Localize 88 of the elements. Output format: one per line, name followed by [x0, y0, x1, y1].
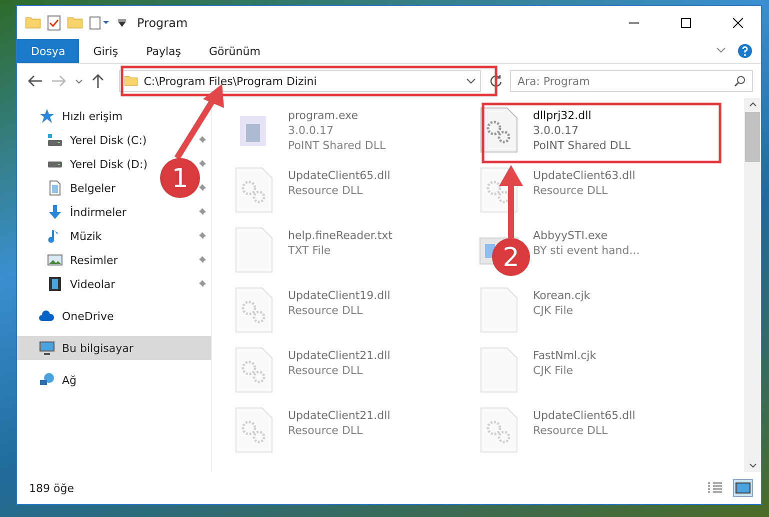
dropdown-icon[interactable]: [117, 18, 127, 28]
network-icon: [39, 372, 55, 388]
sidebar-item[interactable]: Yerel Disk (C:): [70, 134, 147, 146]
cloud-icon: [39, 308, 55, 324]
gear-file-icon: [234, 286, 274, 334]
file-detail: 3.0.0.17: [533, 123, 580, 138]
file-detail: Resource DLL: [533, 183, 609, 198]
file-name[interactable]: FastNml.cjk: [533, 348, 596, 363]
new-folder-icon: [67, 16, 83, 29]
gear-file-icon: [234, 166, 274, 214]
drive-icon: [47, 160, 63, 168]
sidebar-item[interactable]: Resimler: [70, 254, 118, 266]
file-detail: Resource DLL: [288, 303, 364, 318]
chevron-down-icon[interactable]: [466, 76, 476, 86]
drive-icon: [47, 134, 63, 146]
list-icon: [707, 482, 723, 494]
download-icon: [47, 204, 63, 220]
pin-icon[interactable]: [197, 255, 207, 265]
file-detail: 3.0.0.17: [288, 123, 334, 138]
pin-icon[interactable]: [197, 279, 207, 289]
file-name[interactable]: Korean.cjk: [533, 288, 590, 303]
minimize-icon: [629, 22, 639, 24]
properties-icon[interactable]: [47, 14, 61, 30]
refresh-icon[interactable]: [488, 74, 502, 88]
pin-icon[interactable]: [197, 159, 207, 169]
pin-icon[interactable]: [197, 231, 207, 241]
gear-file-icon: [479, 406, 519, 454]
up-icon[interactable]: [90, 73, 105, 89]
film-icon: [47, 276, 63, 292]
large-icons-view-button[interactable]: [733, 479, 753, 497]
sidebar-item[interactable]: Belgeler: [70, 182, 116, 194]
folder-icon: [25, 16, 41, 29]
file-name[interactable]: UpdateClient19.dll: [288, 288, 390, 303]
file-detail: Resource DLL: [288, 363, 364, 378]
search-icon: [734, 75, 746, 87]
document-icon: [47, 180, 63, 196]
chevron-down-icon[interactable]: [715, 47, 727, 55]
picture-icon: [47, 252, 63, 268]
blank-file-icon: [234, 226, 274, 274]
close-icon: [733, 18, 743, 28]
star-icon: [39, 108, 55, 124]
file-name[interactable]: dllprj32.dll: [533, 108, 631, 123]
file-name[interactable]: program.exe: [288, 108, 386, 123]
file-name[interactable]: UpdateClient65.dll: [288, 168, 390, 183]
file-detail: PoINT Shared DLL: [533, 138, 631, 153]
scrollbar[interactable]: [744, 98, 761, 472]
blank-file-icon: [479, 286, 519, 334]
sidebar-item[interactable]: Ağ: [17, 368, 211, 392]
blank-file-icon: [479, 346, 519, 394]
computer-icon: [39, 340, 55, 356]
window-title: Program: [137, 16, 189, 30]
file-detail: Resource DLL: [533, 423, 609, 438]
maximize-icon: [681, 18, 691, 28]
item-count: 189 öğe: [29, 482, 75, 494]
file-detail: TXT File: [288, 243, 332, 258]
file-detail: PoINT Shared DLL: [288, 138, 386, 153]
recent-dropdown-icon[interactable]: [74, 77, 83, 85]
sidebar-item[interactable]: Müzik: [70, 230, 102, 242]
file-detail: CJK File: [533, 363, 574, 378]
gear-file-icon: [234, 346, 274, 394]
file-name[interactable]: UpdateClient63.dll: [533, 168, 636, 183]
file-detail: CJK File: [533, 303, 574, 318]
sidebar-item[interactable]: İndirmeler: [70, 206, 126, 218]
gear-file-icon: [234, 406, 274, 454]
scrollbar-thumb[interactable]: [745, 112, 760, 162]
sidebar-item[interactable]: Bu bilgisayar: [17, 336, 211, 360]
file-detail: Resource DLL: [288, 423, 364, 438]
help-icon[interactable]: [737, 43, 753, 59]
file-tab[interactable]: Dosya: [17, 39, 80, 63]
file-name[interactable]: UpdateClient21.dll: [288, 348, 390, 363]
sidebar-item[interactable]: Videolar: [70, 278, 116, 290]
file-name[interactable]: AbbyySTI.exe: [533, 228, 640, 243]
picture-icon: [735, 482, 751, 494]
back-icon[interactable]: [27, 74, 43, 88]
pin-icon[interactable]: [197, 135, 207, 145]
search-field[interactable]: Ara: Program: [510, 70, 754, 92]
file-name[interactable]: help.fineReader.txt: [288, 228, 392, 243]
folder-icon: [124, 75, 138, 87]
file-detail: Resource DLL: [288, 183, 364, 198]
file-name[interactable]: UpdateClient65.dll: [533, 408, 636, 423]
pin-icon[interactable]: [197, 183, 207, 193]
file-detail: BY sti event hand...: [533, 243, 640, 258]
view-options-icon[interactable]: [89, 16, 111, 30]
file-name[interactable]: UpdateClient21.dll: [288, 408, 390, 423]
sidebar-item[interactable]: Yerel Disk (D:): [70, 158, 148, 170]
sidebar-item[interactable]: OneDrive: [17, 304, 211, 328]
pin-icon[interactable]: [197, 207, 207, 217]
gear-file-icon: [479, 106, 519, 154]
